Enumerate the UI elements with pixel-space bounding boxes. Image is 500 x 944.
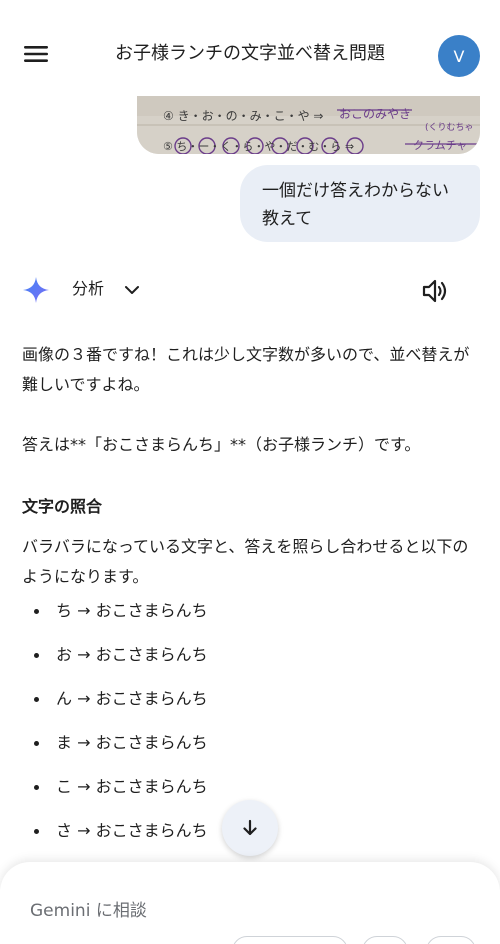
bullet-dot-icon xyxy=(34,653,39,658)
arrow-down-icon xyxy=(243,819,257,836)
menu-button[interactable] xyxy=(18,36,54,72)
response-header: 分析 xyxy=(0,268,500,310)
list-item-text: ん → おこさまらんち xyxy=(56,689,208,708)
model-mode-label[interactable]: 分析 xyxy=(72,277,104,301)
chevron-down-icon[interactable] xyxy=(122,280,142,300)
composer-tool-chip[interactable] xyxy=(362,936,408,944)
list-item: ま → おこさまらんち xyxy=(22,728,478,772)
user-message-bubble: 一個だけ答えわからない教えて xyxy=(240,165,480,242)
bullet-dot-icon xyxy=(34,829,39,834)
worksheet-row-4-note: (くりむちゃ xyxy=(425,122,474,133)
section-heading: 文字の照合 xyxy=(22,497,103,516)
list-item: ん → おこさまらんち xyxy=(22,684,478,728)
conversation-title[interactable]: お子様ランチの文字並べ替え問題 xyxy=(60,40,440,68)
response-paragraph: 画像の３番ですね！これは少し文字数が多いので、並べ替えが難しいですよね。 xyxy=(22,345,470,394)
bullet-dot-icon xyxy=(34,741,39,746)
speaker-volume-icon[interactable] xyxy=(420,276,450,306)
composer-tool-chip[interactable] xyxy=(232,936,348,944)
list-item-text: こ → おこさまらんち xyxy=(56,777,208,796)
worksheet-row-5-answer: クラムチャ xyxy=(413,139,468,152)
scroll-to-bottom-button[interactable] xyxy=(222,800,278,856)
attached-worksheet-image[interactable]: ④ き・お・の・み・こ・や ⇒ おこのみやき (くりむちゃ ⑤ ち・ー・く・ら・… xyxy=(137,96,480,154)
worksheet-row-4-answer: おこのみやき xyxy=(339,107,411,121)
prompt-composer: Gemini に相談 xyxy=(0,862,500,944)
composer-tool-chip[interactable] xyxy=(426,936,476,944)
bullet-dot-icon xyxy=(34,609,39,614)
worksheet-row-5-text: ⑤ ち・ー・く・ら・や・だ・む・ら ⇒ xyxy=(163,140,354,153)
account-avatar[interactable]: V xyxy=(438,35,480,77)
gemini-sparkle-icon xyxy=(23,277,49,303)
list-item-text: ち → おこさまらんち xyxy=(56,601,208,620)
list-item-text: ま → おこさまらんち xyxy=(56,733,208,752)
list-item-text: さ → おこさまらんち xyxy=(56,821,208,840)
hamburger-menu-icon xyxy=(24,46,48,62)
bullet-dot-icon xyxy=(34,785,39,790)
list-item: ち → おこさまらんち xyxy=(22,596,478,640)
prompt-input[interactable]: Gemini に相談 xyxy=(30,896,147,921)
response-paragraph: バラバラになっている文字と、答えを照らし合わせると以下のようになります。 xyxy=(22,537,469,586)
bullet-dot-icon xyxy=(34,697,39,702)
top-app-bar: お子様ランチの文字並べ替え問題 V xyxy=(0,0,500,96)
response-answer-paragraph: 答えは**「おこさまらんち」**（お子様ランチ）です。 xyxy=(22,435,421,454)
list-item: お → おこさまらんち xyxy=(22,640,478,684)
worksheet-row-4-text: ④ き・お・の・み・こ・や ⇒ xyxy=(163,109,323,123)
worksheet-photo-icon: ④ き・お・の・み・こ・や ⇒ おこのみやき (くりむちゃ ⑤ ち・ー・く・ら・… xyxy=(137,96,480,154)
list-item-text: お → おこさまらんち xyxy=(56,645,208,664)
